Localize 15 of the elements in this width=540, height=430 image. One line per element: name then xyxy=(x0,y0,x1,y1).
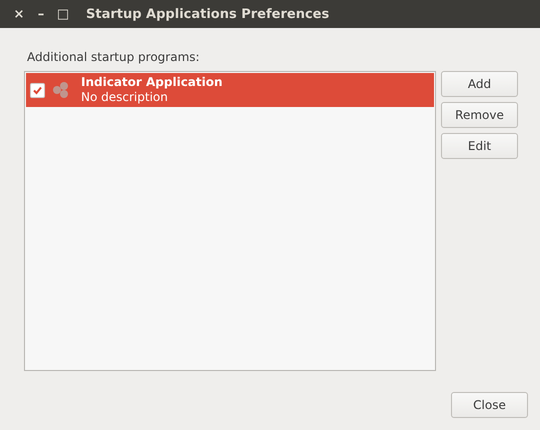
maximize-button[interactable]: □ xyxy=(52,6,74,22)
program-description: No description xyxy=(81,90,169,105)
program-row[interactable]: Indicator Application No description xyxy=(26,73,434,107)
close-dialog-button[interactable]: Close xyxy=(451,392,528,418)
checkbox[interactable] xyxy=(30,82,45,98)
close-button[interactable]: × xyxy=(8,6,30,22)
app-icon xyxy=(51,80,71,100)
program-name: Indicator Application xyxy=(81,75,223,90)
edit-button[interactable]: Edit xyxy=(441,133,518,159)
window-title: Startup Applications Preferences xyxy=(86,6,330,22)
remove-button[interactable]: Remove xyxy=(441,102,518,128)
minimize-button[interactable]: – xyxy=(30,6,52,22)
list-label: Additional startup programs: xyxy=(27,50,200,64)
checkmark-icon xyxy=(32,84,43,96)
add-button[interactable]: Add xyxy=(441,71,518,97)
